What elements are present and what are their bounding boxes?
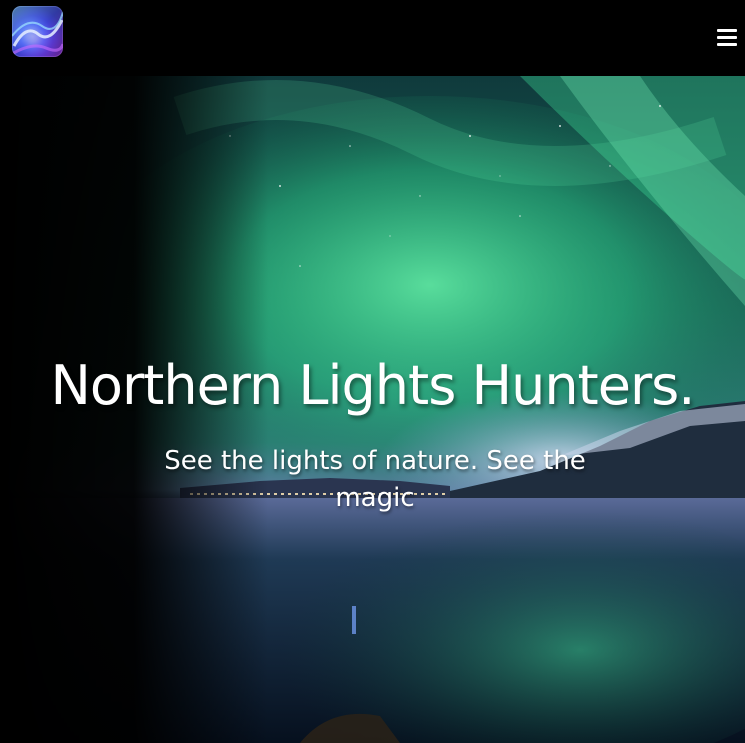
- menu-line-icon: [717, 29, 737, 32]
- menu-line-icon: [717, 36, 737, 39]
- top-navigation-bar: [0, 0, 745, 76]
- menu-line-icon: [717, 43, 737, 46]
- aurora-logo-icon[interactable]: [12, 6, 63, 57]
- hamburger-menu-icon[interactable]: [717, 27, 737, 47]
- hero-section: Northern Lights Hunters. See the lights …: [0, 76, 745, 743]
- hero-title: Northern Lights Hunters.: [50, 354, 696, 417]
- page: Northern Lights Hunters. See the lights …: [0, 0, 745, 743]
- hero-subtitle: See the lights of nature. See the magic: [164, 446, 586, 513]
